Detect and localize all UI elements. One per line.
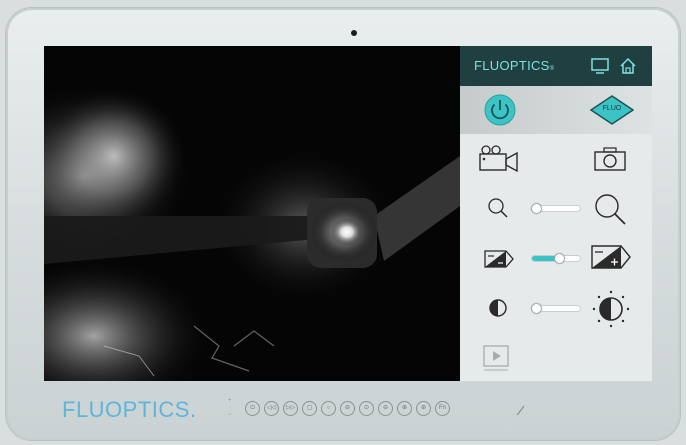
bezel-forward-button[interactable]: ▷▷ (283, 401, 298, 416)
front-camera (351, 30, 357, 36)
screen: FLUOPTICS® FLUO (44, 46, 652, 381)
stylus-icon (516, 405, 525, 416)
exposure-plus-icon[interactable] (591, 245, 631, 269)
home-icon[interactable] (618, 56, 638, 76)
exposure-slider-knob[interactable] (555, 254, 564, 263)
fluo-label: FLUO (602, 105, 622, 112)
video-camera-icon[interactable] (477, 145, 521, 173)
zoom-in-icon[interactable] (592, 191, 628, 227)
control-panel: FLUOPTICS® FLUO (460, 46, 652, 381)
contrast-high-icon[interactable] (591, 289, 631, 329)
power-row: FLUO (460, 86, 652, 134)
bezel-zoom-out-button[interactable]: ⊖ (378, 401, 393, 416)
bezel-focus-button[interactable]: ⊙ (359, 401, 374, 416)
bezel-brand-logo: FLUOPTICS. (62, 397, 197, 422)
zoom-slider[interactable] (532, 204, 580, 213)
fluo-mode-button[interactable]: FLUO (590, 95, 634, 125)
bezel-settings-button[interactable]: ⊛ (416, 401, 431, 416)
play-icon[interactable] (482, 344, 510, 372)
bezel-home-button[interactable]: ▢ (302, 401, 317, 416)
zoom-out-icon[interactable] (486, 196, 510, 220)
contrast-slider-knob[interactable] (532, 304, 541, 313)
photo-camera-icon[interactable] (593, 146, 627, 172)
panel-header: FLUOPTICS® (460, 46, 652, 86)
bezel-power-button[interactable]: ⏻ (245, 401, 260, 416)
contrast-slider[interactable] (532, 304, 580, 313)
bezel-fn-button[interactable]: Fn (435, 401, 450, 416)
panel-brand: FLUOPTICS® (474, 58, 555, 73)
bezel-light-button[interactable]: ○ (321, 401, 336, 416)
exposure-minus-icon[interactable] (484, 250, 514, 268)
fluorescence-video-feed (44, 46, 460, 381)
bezel-side-mark: · (229, 405, 231, 411)
power-icon[interactable] (483, 93, 517, 127)
zoom-slider-knob[interactable] (532, 204, 541, 213)
exposure-slider[interactable] (532, 254, 580, 263)
bezel-minus-button[interactable]: ⊖ (340, 401, 355, 416)
monitor-icon[interactable] (590, 56, 610, 76)
bezel-zoom-in-button[interactable]: ⊕ (397, 401, 412, 416)
bezel-side-mark: − (228, 412, 232, 418)
bezel-rewind-button[interactable]: ◁◁ (264, 401, 279, 416)
bezel-side-mark: + (228, 398, 232, 404)
contrast-low-icon[interactable] (488, 298, 508, 318)
